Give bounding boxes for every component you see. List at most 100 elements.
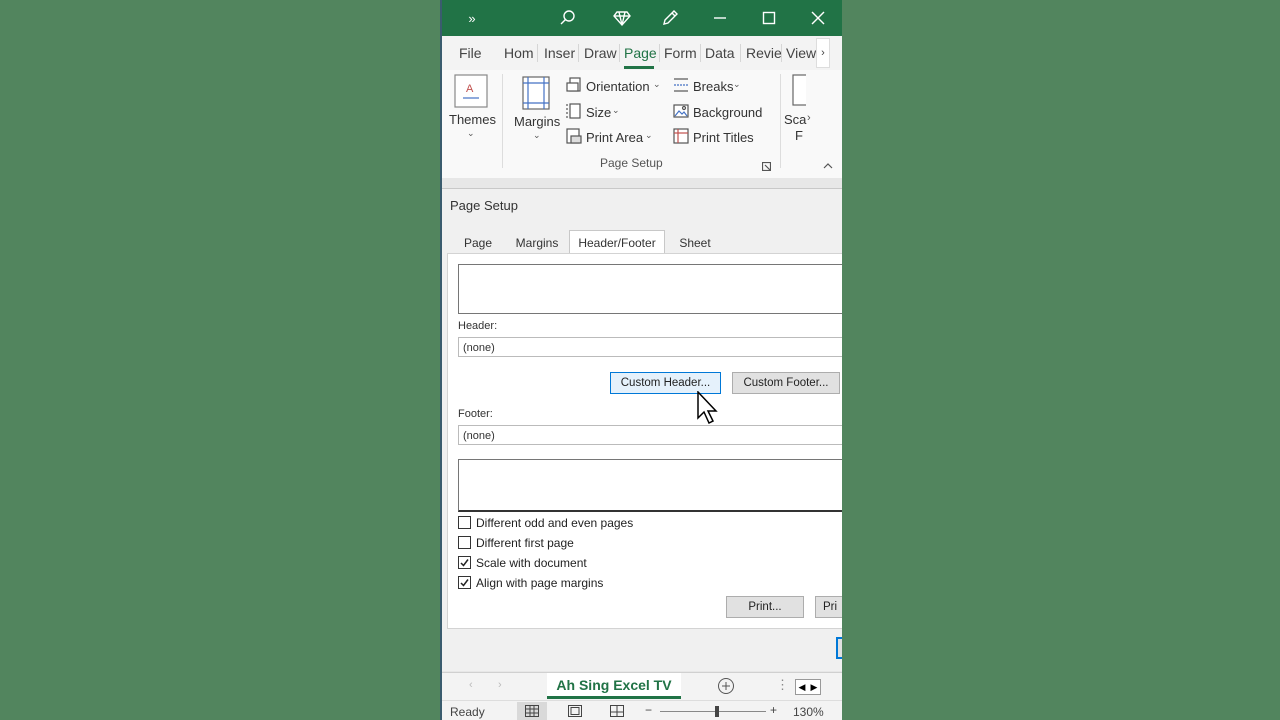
tab-header-footer[interactable]: Header/Footer [569, 230, 665, 255]
print-area-icon [566, 128, 582, 149]
background-button[interactable]: Background [693, 105, 762, 120]
tab-separator [781, 44, 782, 62]
search-icon [560, 10, 575, 25]
zoom-level[interactable]: 130% [793, 705, 824, 719]
tab-draw[interactable]: Draw [584, 45, 617, 61]
page-layout-view-button[interactable] [560, 702, 590, 720]
maximize-icon [762, 11, 776, 25]
tab-separator [700, 44, 701, 62]
header-label: Header: [458, 320, 498, 332]
pen-button[interactable] [648, 0, 692, 36]
header-preview [458, 264, 842, 314]
margins-button[interactable]: Margins [514, 114, 560, 129]
orientation-button[interactable]: Orientation [586, 79, 650, 94]
align-margins-checkbox[interactable] [458, 576, 471, 589]
chevron-down-icon: ⌄ [467, 128, 475, 138]
tab-view[interactable]: View [786, 45, 816, 61]
header-select[interactable]: (none) [458, 337, 842, 357]
tab-scroll-right-button[interactable]: › [816, 38, 830, 68]
tab-sheet[interactable]: Sheet [669, 231, 721, 255]
close-button[interactable] [796, 0, 840, 36]
zoom-slider[interactable] [660, 711, 766, 712]
tab-page-layout[interactable]: Page [624, 45, 657, 61]
active-tab-indicator [624, 66, 654, 69]
search-button[interactable] [546, 0, 590, 36]
chevron-right-icon: › [807, 112, 811, 124]
zoom-slider-thumb[interactable] [715, 706, 719, 717]
first-page-checkbox[interactable] [458, 536, 471, 549]
ribbon-tabs: File Hom Inser Draw Page Form Data Revie… [440, 36, 842, 70]
minimize-button[interactable] [698, 0, 742, 36]
size-icon [566, 103, 582, 124]
tab-home[interactable]: Hom [504, 45, 534, 61]
tab-separator [537, 44, 538, 62]
scale-icon[interactable] [792, 74, 808, 111]
tab-separator [740, 44, 741, 62]
print-titles-icon [673, 128, 689, 149]
first-page-label: Different first page [476, 536, 574, 550]
breaks-button[interactable]: Breaks [693, 79, 733, 94]
themes-button[interactable]: Themes [449, 112, 496, 127]
double-chevron-icon: » [468, 10, 476, 26]
size-button[interactable]: Size [586, 105, 611, 120]
checkmark-icon [460, 559, 469, 567]
print-area-button[interactable]: Print Area [586, 130, 643, 145]
add-sheet-button[interactable] [717, 677, 735, 700]
collapse-ribbon-button[interactable] [822, 158, 834, 176]
themes-icon[interactable]: A [454, 74, 488, 113]
ribbon-page-layout: A Themes ⌄ Margins ⌄ Orientation ⌄ Size … [440, 70, 842, 178]
page-break-view-button[interactable] [602, 702, 632, 720]
maximize-button[interactable] [747, 0, 791, 36]
tab-formulas[interactable]: Form [664, 45, 697, 61]
prev-sheet-icon[interactable]: ‹ [469, 679, 473, 691]
grid-icon [525, 705, 539, 717]
ok-button[interactable] [836, 637, 842, 659]
excel-window: » File Hom Inser Draw Page Form Data Rev… [440, 0, 842, 720]
page-layout-icon [568, 705, 582, 717]
dialog-launcher-button[interactable] [761, 158, 772, 176]
title-bar: » [440, 0, 842, 36]
footer-preview [458, 459, 842, 512]
scale-with-document-checkbox[interactable] [458, 556, 471, 569]
scroll-arrows[interactable]: ◀ ▶ [795, 679, 821, 695]
tab-separator [619, 44, 620, 62]
page-break-icon [610, 705, 624, 717]
tab-margins[interactable]: Margins [506, 231, 568, 255]
group-label-page-setup: Page Setup [600, 156, 663, 170]
footer-select[interactable]: (none) [458, 425, 842, 445]
premium-button[interactable] [600, 0, 644, 36]
scale-to-fit-label-2: F [795, 128, 803, 143]
zoom-in-icon[interactable]: + [770, 703, 777, 717]
tab-insert[interactable]: Inser [544, 45, 575, 61]
pen-icon [663, 10, 678, 25]
orientation-icon [566, 77, 582, 98]
margins-icon[interactable] [522, 76, 550, 115]
print-preview-button[interactable]: Pri [815, 596, 842, 618]
footer-label: Footer: [458, 408, 493, 420]
normal-view-button[interactable] [517, 702, 547, 720]
tab-data[interactable]: Data [705, 45, 735, 61]
header-footer-panel: Header: (none) Custom Header... Custom F… [447, 253, 842, 629]
chevron-down-icon: ⌄ [533, 130, 541, 140]
custom-footer-button[interactable]: Custom Footer... [732, 372, 840, 394]
background-icon [673, 103, 689, 124]
status-bar: Ready − + 130% [440, 700, 842, 720]
tab-review[interactable]: Revie [746, 45, 782, 61]
print-titles-button[interactable]: Print Titles [693, 130, 754, 145]
sheet-tab-bar: ‹ › Ah Sing Excel TV ⋮ ◀ ▶ [440, 672, 842, 701]
tab-separator [659, 44, 660, 62]
more-commands-button[interactable]: » [450, 0, 494, 36]
scale-with-document-label: Scale with document [476, 556, 587, 570]
tab-file[interactable]: File [459, 45, 482, 61]
more-options-icon[interactable]: ⋮ [776, 677, 789, 693]
sheet-tab-active[interactable]: Ah Sing Excel TV [547, 673, 681, 699]
mouse-cursor-icon [697, 390, 719, 430]
odd-even-checkbox[interactable] [458, 516, 471, 529]
zoom-out-icon[interactable]: − [645, 703, 652, 717]
tab-page[interactable]: Page [456, 231, 500, 255]
print-button[interactable]: Print... [726, 596, 804, 618]
diamond-icon [613, 11, 631, 27]
dialog-title: Page Setup [450, 198, 518, 213]
next-sheet-icon[interactable]: › [498, 679, 502, 691]
scroll-left-icon: ◀ [798, 681, 806, 692]
